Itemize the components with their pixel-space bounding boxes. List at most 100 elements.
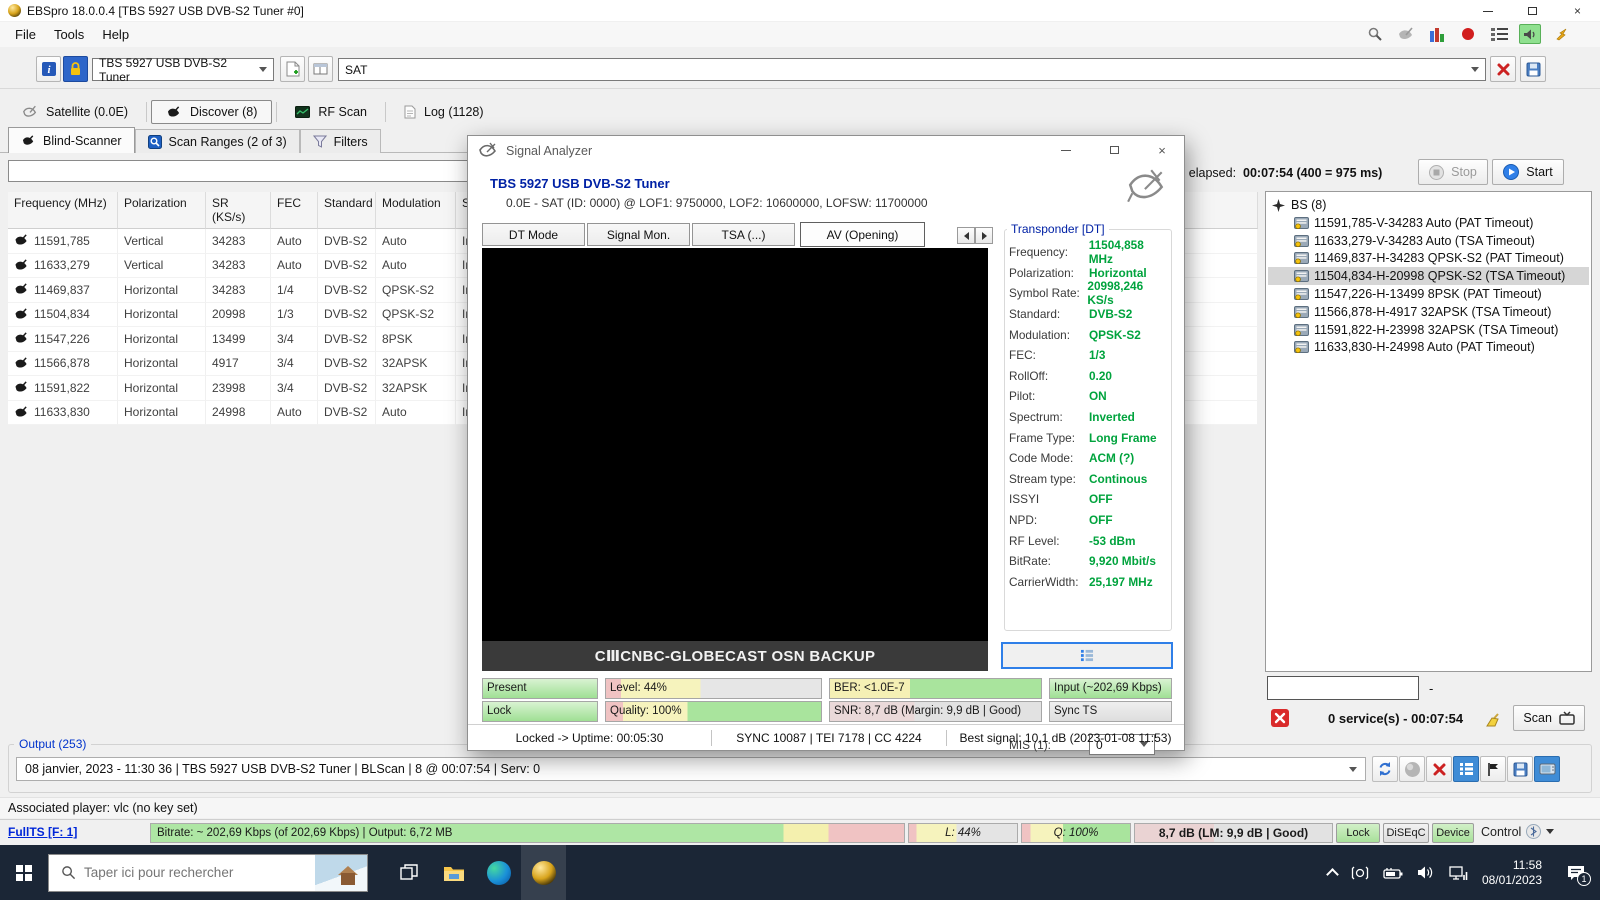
param-value: Long Frame: [1089, 431, 1157, 445]
lock-status-button[interactable]: Lock: [1336, 823, 1380, 843]
table-header-cell[interactable]: Modulation: [376, 192, 456, 229]
clear-button[interactable]: [1490, 56, 1516, 82]
task-view-button[interactable]: [386, 845, 431, 900]
tab-log[interactable]: Log (1128): [390, 101, 498, 123]
table-header-cell[interactable]: Frequency (MHz): [8, 192, 118, 229]
tray-network-icon[interactable]: [1449, 865, 1468, 881]
tree-item-transponder[interactable]: 11547,226-H-13499 8PSK (PAT Timeout): [1268, 285, 1589, 303]
signal-bar: Sync TS: [1049, 701, 1172, 722]
param-row: Frame Type: Long Frame: [1009, 427, 1171, 448]
checklist-icon[interactable]: [1488, 24, 1510, 44]
minimize-button[interactable]: [1465, 0, 1510, 22]
close-button[interactable]: ×: [1555, 0, 1600, 22]
clock-time: 11:58: [1482, 858, 1542, 873]
speaker-icon[interactable]: [1519, 24, 1541, 44]
tree-item-transponder[interactable]: 11591,785-V-34283 Auto (PAT Timeout): [1268, 214, 1589, 232]
globe-button[interactable]: [1399, 756, 1425, 782]
list-view-button[interactable]: [1453, 756, 1479, 782]
new-page-button[interactable]: [280, 56, 305, 82]
flag-icon: [1486, 762, 1500, 777]
power-plug-icon[interactable]: [1550, 24, 1572, 44]
output-log-combobox[interactable]: 08 janvier, 2023 - 11:30 36 | TBS 5927 U…: [16, 757, 1366, 781]
save-button[interactable]: [1520, 56, 1546, 82]
dialog-close-button[interactable]: ×: [1146, 140, 1178, 160]
menu-item[interactable]: Tools: [45, 27, 93, 42]
start-button[interactable]: Start: [1492, 159, 1564, 185]
table-header-cell[interactable]: Standard: [318, 192, 376, 229]
flag-button[interactable]: [1480, 756, 1506, 782]
subtab-scan-ranges[interactable]: Scan Ranges (2 of 3): [135, 129, 300, 153]
tray-camera-icon[interactable]: [1351, 865, 1369, 881]
tab-signal-mon[interactable]: Signal Mon.: [587, 223, 690, 246]
tray-battery-icon[interactable]: [1383, 866, 1403, 880]
lock-button[interactable]: [63, 56, 88, 82]
notification-center-button[interactable]: 1: [1566, 864, 1586, 882]
tv-output-button[interactable]: [1534, 756, 1560, 782]
tab-dt-mode[interactable]: DT Mode: [482, 223, 585, 246]
layout-button[interactable]: [308, 56, 333, 82]
refresh-button[interactable]: [1372, 756, 1398, 782]
diseqc-button[interactable]: DiSEqC: [1383, 823, 1429, 843]
tree-root-bs[interactable]: BS (8): [1268, 196, 1589, 214]
param-label: Modulation:: [1009, 328, 1089, 342]
broom-icon[interactable]: [1485, 709, 1505, 727]
fullts-link[interactable]: FullTS [F: 1]: [8, 825, 77, 839]
tuner-select[interactable]: TBS 5927 USB DVB-S2 Tuner: [92, 58, 274, 81]
search-weather-image[interactable]: [315, 855, 367, 891]
service-list-button[interactable]: [1001, 642, 1173, 669]
search-icon[interactable]: [1364, 24, 1386, 44]
menu-item[interactable]: File: [6, 27, 45, 42]
delete-button[interactable]: [1426, 756, 1452, 782]
tray-volume-icon[interactable]: [1417, 865, 1435, 880]
file-explorer-button[interactable]: [431, 845, 476, 900]
floppy-icon: [1513, 762, 1528, 777]
dialog-maximize-button[interactable]: [1098, 140, 1130, 160]
menu-item[interactable]: Help: [93, 27, 138, 42]
start-menu-button[interactable]: [0, 845, 48, 900]
signal-bar: BER: <1.0E-7: [829, 678, 1042, 699]
tab-rf-scan[interactable]: RF Scan: [281, 101, 381, 123]
tree-item-transponder[interactable]: 11504,834-H-20998 QPSK-S2 (TSA Timeout): [1268, 267, 1589, 285]
tab-tsa[interactable]: TSA (...): [692, 223, 795, 246]
subtab-blind-scanner[interactable]: Blind-Scanner: [8, 127, 135, 153]
info-button[interactable]: i: [36, 56, 61, 82]
tab-discover[interactable]: Discover (8): [151, 100, 272, 124]
tree-item-transponder[interactable]: 11633,830-H-24998 Auto (PAT Timeout): [1268, 339, 1589, 357]
tray-expand-button[interactable]: [1328, 866, 1337, 879]
tab-satellite[interactable]: Satellite (0.0E): [8, 101, 142, 123]
record-icon[interactable]: [1457, 24, 1479, 44]
param-row: Modulation: QPSK-S2: [1009, 324, 1171, 345]
taskbar-search-input[interactable]: [84, 865, 294, 880]
chart-icon[interactable]: [1426, 24, 1448, 44]
control-dropdown[interactable]: Control: [1481, 824, 1554, 839]
taskbar-search[interactable]: [48, 854, 368, 892]
service-filter-input[interactable]: [1267, 676, 1419, 700]
scan-button[interactable]: Scan: [1513, 705, 1585, 731]
tab-av[interactable]: AV (Opening): [800, 222, 925, 247]
maximize-button[interactable]: [1510, 0, 1555, 22]
tree-item-transponder[interactable]: 11566,878-H-4917 32APSK (TSA Timeout): [1268, 303, 1589, 321]
table-header-cell[interactable]: SR (KS/s): [206, 192, 271, 229]
tab-scroll-right[interactable]: [975, 227, 993, 244]
dialog-minimize-button[interactable]: [1050, 140, 1082, 160]
device-button[interactable]: Device: [1432, 823, 1474, 843]
subtab-filters[interactable]: Filters: [300, 129, 381, 153]
param-value: Inverted: [1089, 410, 1135, 424]
ebspro-taskbar-button[interactable]: [521, 845, 566, 900]
tree-item-transponder[interactable]: 11591,822-H-23998 32APSK (TSA Timeout): [1268, 321, 1589, 339]
taskbar-clock[interactable]: 11:58 08/01/2023: [1482, 858, 1542, 888]
param-label: Polarization:: [1009, 266, 1089, 280]
satellite-dish-icon[interactable]: [1395, 24, 1417, 44]
menu-bar: FileToolsHelp: [0, 22, 1600, 47]
table-header-cell[interactable]: FEC: [271, 192, 318, 229]
dialog-titlebar: Signal Analyzer ×: [468, 136, 1184, 166]
tree-item-transponder[interactable]: 11469,837-H-34283 QPSK-S2 (PAT Timeout): [1268, 250, 1589, 268]
stop-button[interactable]: Stop: [1418, 159, 1488, 185]
save-output-button[interactable]: [1507, 756, 1533, 782]
edge-browser-button[interactable]: [476, 845, 521, 900]
status-uptime: Locked -> Uptime: 00:05:30: [468, 731, 711, 745]
table-header-cell[interactable]: Polarization: [118, 192, 206, 229]
tree-item-transponder[interactable]: 11633,279-V-34283 Auto (TSA Timeout): [1268, 232, 1589, 250]
sat-field[interactable]: SAT: [338, 58, 1486, 81]
tab-scroll-left[interactable]: [957, 227, 975, 244]
